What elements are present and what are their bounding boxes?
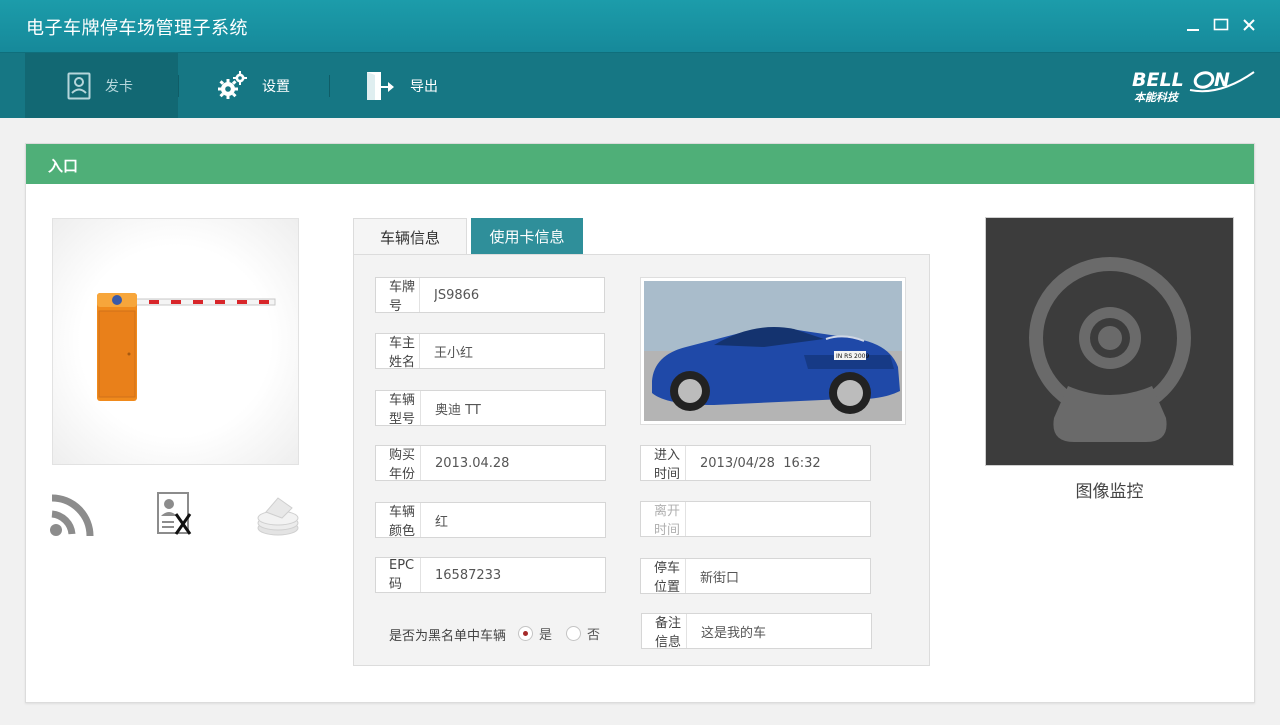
- purchase-year-label: 购买年份: [376, 446, 421, 482]
- remark-field: 备注信息: [641, 613, 872, 650]
- barrier-gate-image: [52, 218, 299, 465]
- toolbar-settings[interactable]: 设置: [216, 53, 326, 118]
- toolbar-export[interactable]: 导出: [364, 53, 474, 118]
- card-blocked-button[interactable]: [156, 492, 196, 540]
- barrier-gate-icon: [97, 293, 276, 401]
- color-field: 车辆颜色: [375, 502, 606, 539]
- toolbar-issue-card[interactable]: 发卡: [25, 53, 178, 118]
- remark-input[interactable]: [687, 614, 871, 648]
- toolbar-export-label: 导出: [410, 78, 438, 95]
- radio-unchecked-icon: [566, 626, 581, 641]
- enter-time-input[interactable]: [686, 446, 870, 480]
- minimize-button[interactable]: [1182, 14, 1204, 36]
- close-button[interactable]: [1238, 14, 1260, 36]
- car-image: IN RS 2009: [644, 281, 902, 421]
- svg-text:本能科技: 本能科技: [1134, 91, 1180, 104]
- title-bar: 电子车牌停车场管理子系统: [0, 0, 1280, 53]
- color-label: 车辆颜色: [376, 503, 421, 539]
- parking-location-label: 停车位置: [641, 559, 686, 595]
- owner-field: 车主姓名: [375, 333, 605, 370]
- plate-label: 车牌号: [376, 278, 420, 314]
- camera-monitor[interactable]: [985, 217, 1234, 466]
- purchase-year-field: 购买年份: [375, 445, 606, 482]
- car-plate-text: IN RS 2009: [836, 353, 870, 360]
- enter-time-label: 进入时间: [641, 446, 686, 482]
- blacklist-label: 是否为黑名单中车辆: [389, 629, 507, 644]
- plate-input[interactable]: [420, 278, 604, 312]
- minimize-icon: [1187, 29, 1199, 31]
- blacklist-no-label: 否: [587, 628, 601, 643]
- radio-checked-icon: [518, 626, 533, 641]
- maximize-button[interactable]: [1210, 14, 1232, 36]
- panel-title: 入口: [48, 157, 79, 175]
- id-card-blocked-icon: [157, 492, 192, 535]
- enter-time-field: 进入时间: [640, 445, 871, 482]
- leave-time-input[interactable]: [686, 502, 870, 536]
- model-input[interactable]: [421, 391, 605, 425]
- blacklist-yes-label: 是: [539, 628, 553, 643]
- close-icon: [1243, 19, 1255, 31]
- card-reader-icon: [257, 497, 299, 536]
- svg-text:BELL: BELL: [1132, 69, 1184, 91]
- model-field: 车辆型号: [375, 390, 606, 427]
- tab-card-info[interactable]: 使用卡信息: [471, 218, 583, 255]
- epc-label: EPC码: [376, 558, 421, 592]
- exit-door-icon: [367, 71, 394, 100]
- vehicle-photo: IN RS 2009: [641, 278, 905, 424]
- purchase-year-input[interactable]: [421, 446, 605, 480]
- rfid-signal-button[interactable]: [50, 492, 96, 542]
- blacklist-yes-radio[interactable]: 是: [518, 624, 552, 643]
- blacklist-no-radio[interactable]: 否: [566, 624, 600, 643]
- monitor-label: 图像监控: [1075, 482, 1144, 502]
- toolbar-issue-card-label: 发卡: [105, 78, 133, 95]
- toolbar-divider: [329, 75, 330, 97]
- rfid-signal-icon: [50, 494, 94, 537]
- toolbar-settings-label: 设置: [262, 78, 290, 95]
- epc-field: EPC码: [375, 557, 606, 593]
- leave-time-label: 离开时间: [641, 502, 686, 538]
- color-input[interactable]: [421, 503, 605, 537]
- epc-input[interactable]: [421, 558, 605, 592]
- vehicle-info-form: 车牌号 车主姓名 车辆型号 购买年份 车辆颜色 EPC码: [353, 254, 930, 666]
- remark-label: 备注信息: [642, 614, 687, 650]
- app-title: 电子车牌停车场管理子系统: [26, 18, 248, 39]
- tab-vehicle-info[interactable]: 车辆信息: [353, 218, 467, 255]
- toolbar: 发卡 设置 导出 BELL N 本能科技: [0, 53, 1280, 118]
- leave-time-field: 离开时间: [640, 501, 871, 538]
- parking-location-input[interactable]: [686, 559, 870, 593]
- model-label: 车辆型号: [376, 391, 421, 427]
- panel-header: 入口: [26, 144, 1254, 184]
- maximize-icon: [1213, 18, 1229, 31]
- toolbar-divider: [178, 75, 179, 97]
- webcam-icon: [1029, 257, 1191, 442]
- entrance-panel: 入口 车辆信息 使用卡信息 车牌号 JS9866 车主姓名 王小红 车辆型号 奥…: [25, 143, 1255, 703]
- id-card-icon: [67, 72, 91, 99]
- owner-label: 车主姓名: [376, 334, 420, 370]
- plate-field: 车牌号: [375, 277, 605, 314]
- card-reader-button[interactable]: [256, 492, 302, 542]
- owner-input[interactable]: [420, 334, 604, 368]
- bellon-logo: BELL N 本能科技: [1132, 69, 1255, 104]
- gears-icon: [218, 70, 247, 99]
- parking-location-field: 停车位置: [640, 558, 871, 595]
